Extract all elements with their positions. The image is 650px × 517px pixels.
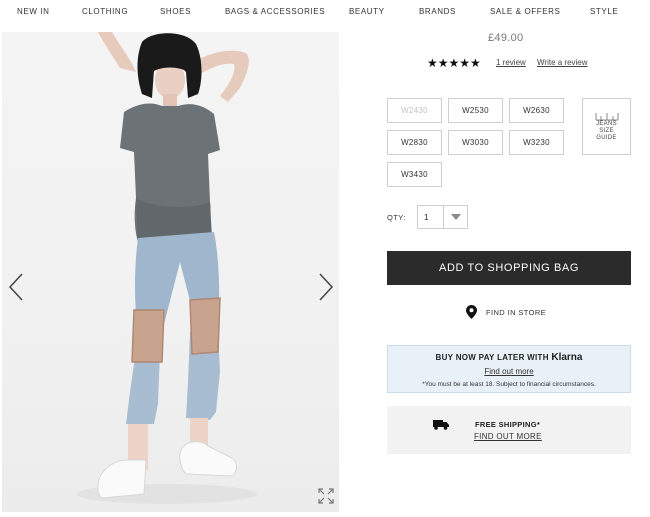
- free-shipping-banner: FREE SHIPPING* FIND OUT MORE: [387, 406, 631, 454]
- caret-down-icon: [450, 214, 461, 220]
- jeans-size-guide-button[interactable]: JEANS SIZE GUIDE: [582, 98, 631, 155]
- klarna-logo: Klarna: [551, 352, 583, 363]
- nav-item-clothing[interactable]: CLOTHING: [82, 7, 128, 16]
- next-image-button[interactable]: [316, 272, 336, 302]
- klarna-banner: BUY NOW PAY LATER WITH Klarna Find out m…: [387, 345, 631, 393]
- nav-item-beauty[interactable]: BEAUTY: [349, 7, 385, 16]
- size-guide-label: JEANS SIZE GUIDE: [596, 121, 617, 141]
- nav-item-new-in[interactable]: NEW IN: [17, 7, 50, 16]
- quantity-label: QTY:: [387, 213, 406, 222]
- klarna-disclaimer: *You must be at least 18. Subject to fin…: [422, 381, 596, 388]
- ruler-icon: [595, 113, 618, 121]
- klarna-find-out-more-link[interactable]: Find out more: [388, 367, 630, 376]
- add-to-bag-button[interactable]: ADD TO SHOPPING BAG: [387, 251, 631, 285]
- product-image[interactable]: [2, 32, 339, 512]
- quantity-value: 1: [424, 212, 429, 222]
- truck-icon: [433, 420, 449, 430]
- size-option-w2630[interactable]: W2630: [509, 98, 564, 123]
- find-in-store-label: FIND IN STORE: [486, 307, 547, 317]
- chevron-right-icon: [319, 273, 334, 301]
- size-option-w3430[interactable]: W3430: [387, 162, 442, 187]
- nav-item-brands[interactable]: BRANDS: [419, 7, 456, 16]
- nav-item-style[interactable]: STYLE: [590, 7, 618, 16]
- top-navigation: NEW IN CLOTHING SHOES BAGS & ACCESSORIES…: [0, 0, 650, 22]
- klarna-heading: BUY NOW PAY LATER WITH Klarna: [388, 352, 630, 363]
- quantity-dropdown-toggle[interactable]: [443, 206, 467, 228]
- model-photo: [77, 32, 257, 504]
- chevron-left-icon: [8, 273, 23, 301]
- free-shipping-title: FREE SHIPPING*: [475, 420, 541, 429]
- size-option-w3230[interactable]: W3230: [509, 130, 564, 155]
- expand-icon: [318, 488, 334, 504]
- find-in-store-button[interactable]: FIND IN STORE: [466, 305, 546, 319]
- size-option-w3030[interactable]: W3030: [448, 130, 503, 155]
- nav-item-shoes[interactable]: SHOES: [160, 7, 191, 16]
- star-rating: ★★★★★: [427, 57, 481, 69]
- product-price: £49.00: [488, 32, 524, 44]
- rating-stars: ★★★★★: [427, 56, 481, 70]
- previous-image-button[interactable]: [6, 272, 26, 302]
- size-option-w2830[interactable]: W2830: [387, 130, 442, 155]
- location-pin-icon: [466, 305, 477, 319]
- reviews-link[interactable]: 1 review: [496, 58, 526, 67]
- shipping-find-out-more-link[interactable]: FIND OUT MORE: [474, 432, 542, 441]
- nav-item-sale-offers[interactable]: SALE & OFFERS: [490, 7, 560, 16]
- size-option-w2530[interactable]: W2530: [448, 98, 503, 123]
- expand-image-button[interactable]: [318, 488, 334, 504]
- klarna-heading-text: BUY NOW PAY LATER WITH: [435, 353, 549, 362]
- nav-item-bags-accessories[interactable]: BAGS & ACCESSORIES: [225, 7, 325, 16]
- write-review-link[interactable]: Write a review: [537, 58, 588, 67]
- size-option-w2430[interactable]: W2430: [387, 98, 442, 123]
- quantity-select[interactable]: 1: [417, 205, 468, 229]
